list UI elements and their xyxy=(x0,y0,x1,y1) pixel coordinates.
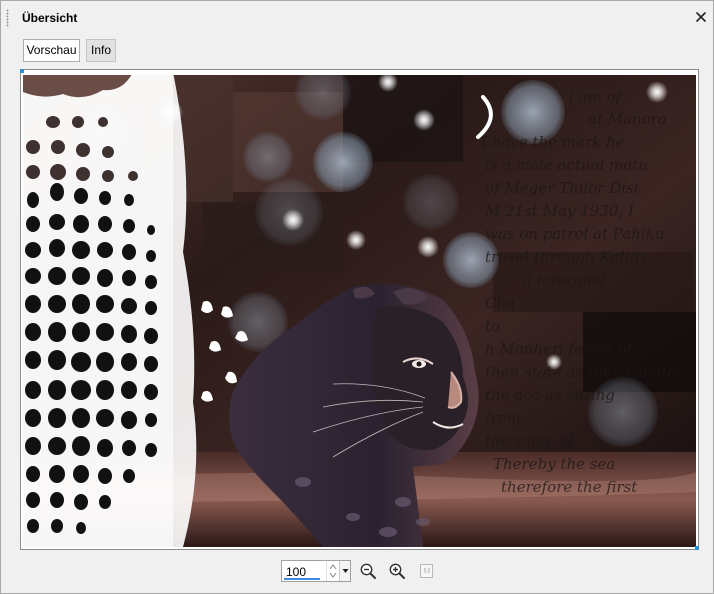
overview-panel: Übersicht Vorschau Info I am of at Manor… xyxy=(0,0,714,594)
handwriting-line: h Manheri forest of xyxy=(485,340,635,358)
zoom-spinner[interactable] xyxy=(326,561,338,581)
handwriting-line: M 21st May 1930, I xyxy=(484,202,635,220)
handwriting-line: I have the mark he xyxy=(480,133,625,151)
zoom-in-icon[interactable] xyxy=(388,562,406,580)
zoom-level-combobox[interactable]: 100 xyxy=(281,560,351,582)
handwriting-line: travel through Kaliny xyxy=(485,248,648,266)
handwriting-line: I am of xyxy=(567,88,624,106)
handwriting-line: of Meger Thilor Dist xyxy=(485,179,641,197)
handwriting-line: then state as they wonder xyxy=(485,363,684,381)
handwriting-line: Thereby the sea xyxy=(493,455,615,473)
handwriting-line: from xyxy=(484,409,521,427)
tab-vorschau[interactable]: Vorschau xyxy=(23,39,80,62)
close-icon[interactable] xyxy=(694,10,708,24)
preview-frame[interactable]: I am of at Manora I have the mark he is … xyxy=(20,69,699,550)
zoom-toolbar: 100 xyxy=(1,557,714,587)
handwriting-line: a informed xyxy=(523,271,606,289)
handwriting-line: Cha xyxy=(485,294,515,312)
corner-marker xyxy=(695,546,699,550)
handwriting-line: at Manora xyxy=(588,110,667,128)
handwriting-line: is a male actual matu xyxy=(485,156,648,174)
title-bar: Übersicht xyxy=(2,2,712,32)
zoom-level-value[interactable]: 100 xyxy=(286,565,306,579)
chevron-down-icon xyxy=(342,569,349,573)
spin-up-icon xyxy=(329,564,337,570)
preview-image[interactable]: I am of at Manora I have the mark he is … xyxy=(23,72,696,547)
handwriting-line: the same of xyxy=(485,432,576,450)
handwriting-line: the acc as sitting xyxy=(485,386,615,404)
drag-grip-icon[interactable] xyxy=(6,9,9,27)
corner-marker xyxy=(20,69,24,73)
zoom-dropdown-button[interactable] xyxy=(339,561,350,581)
panel-title: Übersicht xyxy=(22,11,78,25)
handwriting-line: therefore the first xyxy=(501,478,638,496)
tab-info[interactable]: Info xyxy=(86,39,116,62)
handwriting-line: to xyxy=(485,317,500,335)
zoom-level-indicator xyxy=(284,578,320,580)
zoom-out-icon[interactable] xyxy=(359,562,377,580)
spin-down-icon xyxy=(329,572,337,578)
actual-size-icon[interactable] xyxy=(418,562,436,580)
handwriting-line: was on patrol at Pahiku xyxy=(485,225,664,243)
